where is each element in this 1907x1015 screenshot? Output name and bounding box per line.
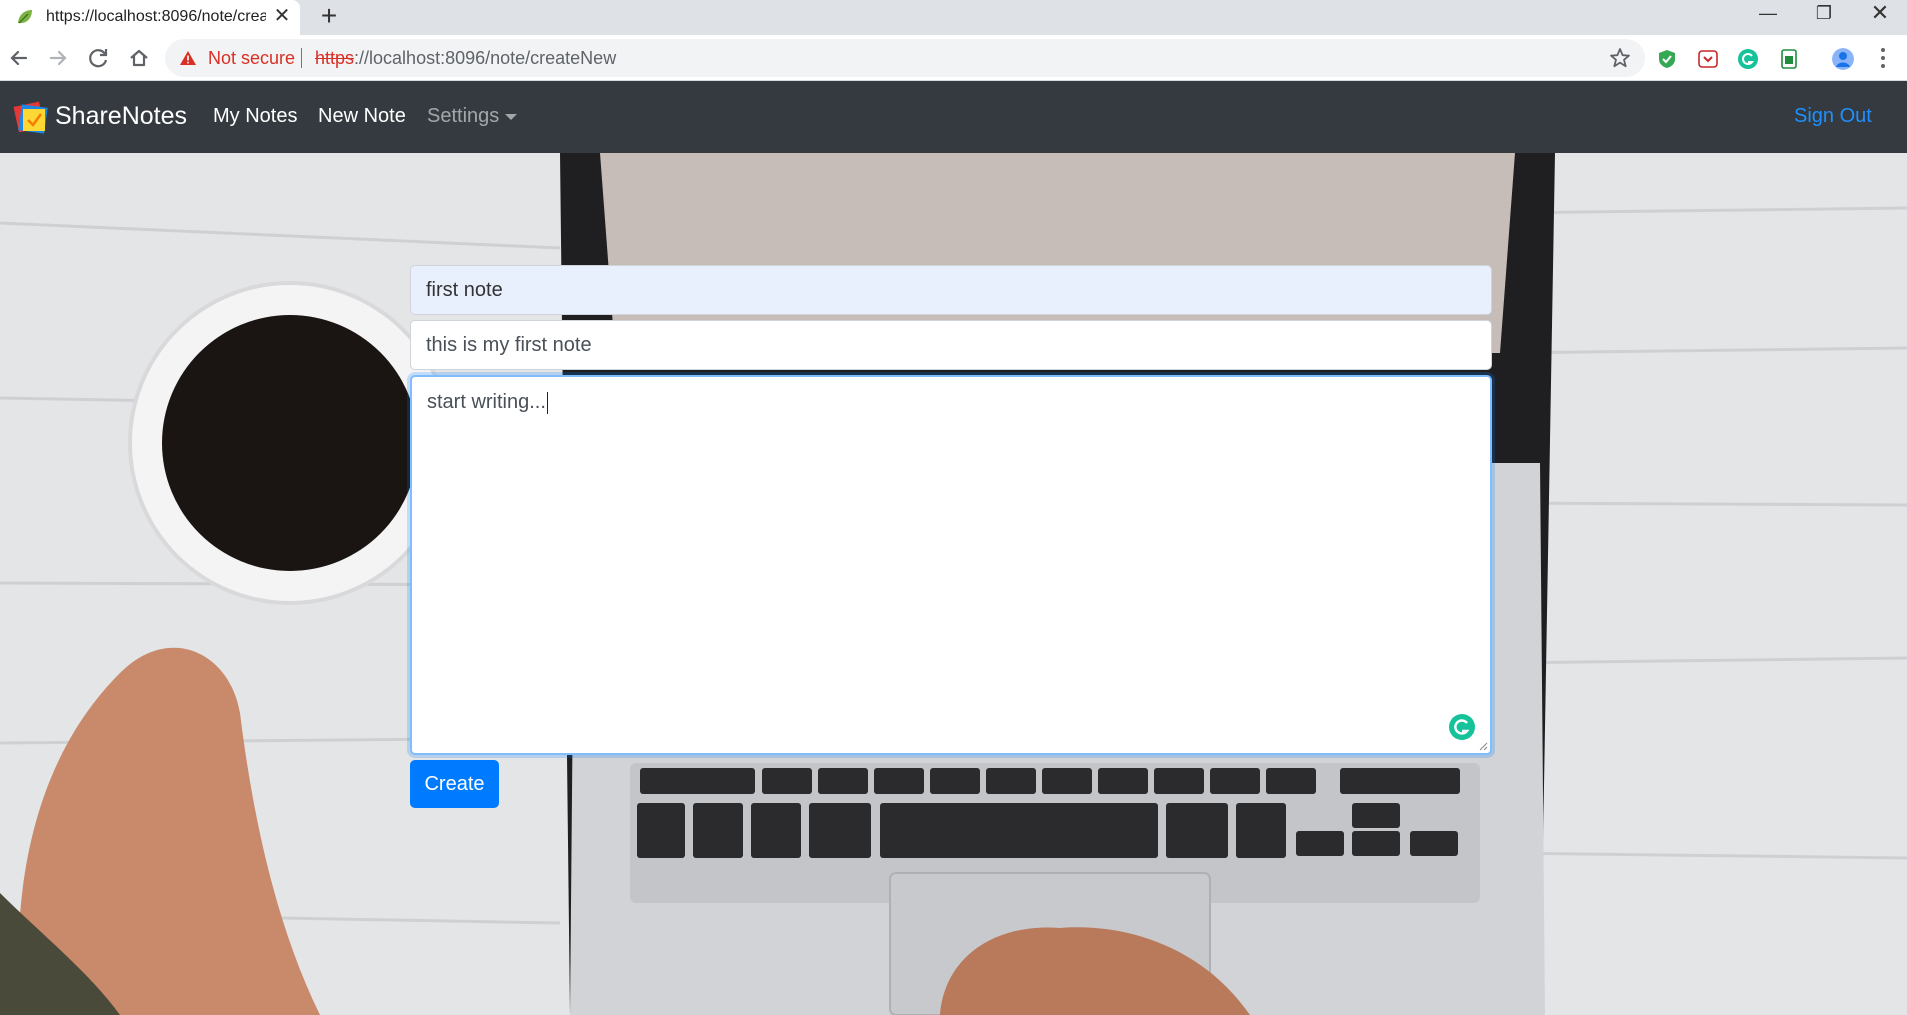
- sharenotes-logo-icon[interactable]: [12, 98, 50, 136]
- address-bar[interactable]: Not secure https://localhost:8096/note/c…: [165, 39, 1645, 77]
- caret-down-icon: [505, 113, 518, 120]
- browser-menu-icon[interactable]: [1875, 45, 1891, 71]
- url-path: ://localhost:8096/note/createNew: [354, 48, 617, 68]
- back-arrow-icon[interactable]: [4, 43, 34, 73]
- nav-settings-dropdown[interactable]: Settings: [427, 105, 518, 128]
- note-content-value: start writing...: [427, 391, 546, 413]
- note-content-text: start writing...: [427, 391, 548, 414]
- leaf-favicon-icon: [18, 10, 32, 24]
- url-scheme: https: [315, 48, 355, 68]
- tab-title: https://localhost:8096/note/createNew: [46, 8, 266, 25]
- brand-name[interactable]: ShareNotes: [55, 102, 187, 131]
- forward-arrow-icon[interactable]: [43, 43, 73, 73]
- browser-tab-strip: https://localhost:8096/note/createNew ✕ …: [0, 0, 1907, 35]
- home-icon[interactable]: [124, 43, 154, 73]
- window-close-button[interactable]: ✕: [1852, 0, 1907, 35]
- resize-grip-icon[interactable]: [1478, 741, 1488, 751]
- not-secure-label[interactable]: Not secure: [208, 48, 295, 69]
- profile-avatar-icon[interactable]: [1832, 48, 1854, 70]
- browser-toolbar: Not secure https://localhost:8096/note/c…: [0, 35, 1907, 81]
- sheets-extension-icon[interactable]: [1778, 48, 1800, 70]
- text-cursor: [546, 391, 548, 414]
- window-minimize-button[interactable]: —: [1740, 0, 1796, 35]
- app-navbar: ShareNotes My Notes New Note Settings Si…: [0, 81, 1907, 153]
- warning-triangle-icon: [180, 51, 196, 65]
- sign-out-link[interactable]: Sign Out: [1794, 105, 1872, 128]
- tab-close-icon[interactable]: ✕: [272, 5, 292, 27]
- nav-settings-label: Settings: [427, 105, 500, 127]
- shield-extension-icon[interactable]: [1656, 48, 1678, 70]
- new-tab-button[interactable]: +: [316, 1, 342, 31]
- reload-icon[interactable]: [84, 43, 114, 73]
- note-content-textarea[interactable]: start writing...: [410, 375, 1492, 755]
- nav-new-note[interactable]: New Note: [318, 105, 406, 128]
- note-title-input[interactable]: first note: [410, 265, 1492, 315]
- create-button[interactable]: Create: [410, 760, 499, 808]
- grammarly-extension-icon[interactable]: [1737, 48, 1759, 70]
- browser-tab[interactable]: https://localhost:8096/note/createNew ✕: [0, 0, 300, 35]
- note-description-input[interactable]: this is my first note: [410, 320, 1492, 370]
- url-text[interactable]: https://localhost:8096/note/createNew: [315, 48, 616, 69]
- bookmark-star-icon[interactable]: [1609, 47, 1631, 69]
- nav-my-notes[interactable]: My Notes: [213, 105, 297, 128]
- grammarly-icon[interactable]: [1448, 713, 1476, 741]
- pocket-extension-icon[interactable]: [1697, 48, 1719, 70]
- address-bar-divider: [301, 48, 302, 68]
- window-maximize-button[interactable]: ❐: [1796, 0, 1852, 35]
